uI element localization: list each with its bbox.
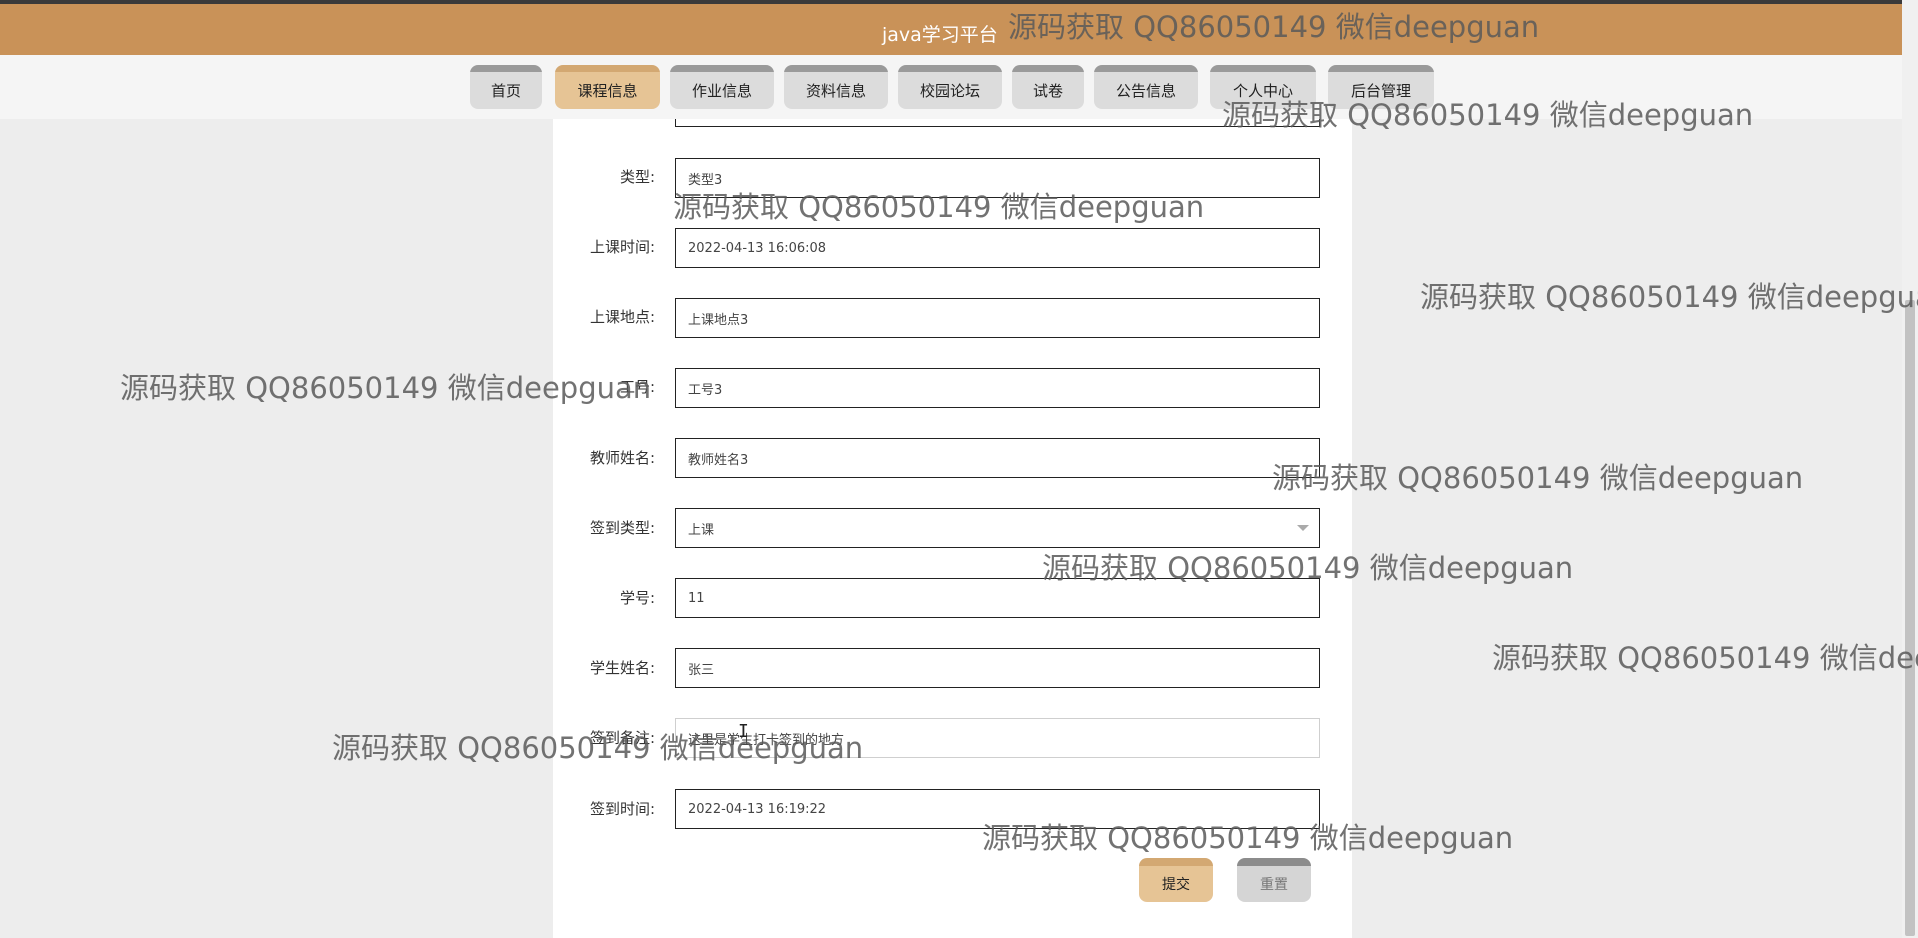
field-label: 学号: <box>619 589 655 607</box>
previous-field-input[interactable] <box>675 119 1320 127</box>
nav-tab-course-info[interactable]: 课程信息 <box>555 65 660 109</box>
field-label: 上课时间: <box>589 238 655 256</box>
chevron-down-icon <box>1297 525 1309 531</box>
nav-tab-homework-info[interactable]: 作业信息 <box>670 65 774 109</box>
field-label: 教师姓名: <box>589 449 655 467</box>
main-nav: 首页 课程信息 作业信息 资料信息 校园论坛 试卷 公告信息 个人中心 后台管理 <box>0 55 1902 119</box>
scrollbar-thumb[interactable] <box>1905 300 1915 936</box>
reset-button[interactable]: 重置 <box>1237 858 1311 902</box>
nav-tab-personal-center[interactable]: 个人中心 <box>1210 65 1316 109</box>
nav-tab-announcements[interactable]: 公告信息 <box>1094 65 1198 109</box>
site-title: java学习平台 <box>882 24 998 46</box>
teacher-name-input[interactable]: 教师姓名3 <box>675 438 1320 478</box>
text-cursor-icon: I <box>738 721 749 742</box>
nav-tab-materials-info[interactable]: 资料信息 <box>784 65 888 109</box>
nav-tab-home[interactable]: 首页 <box>470 65 542 109</box>
nav-tab-campus-forum[interactable]: 校园论坛 <box>898 65 1002 109</box>
field-label: 签到类型: <box>589 519 655 537</box>
nav-tab-admin[interactable]: 后台管理 <box>1328 65 1434 109</box>
class-time-input[interactable]: 2022-04-13 16:06:08 <box>675 228 1320 268</box>
field-label: 学生姓名: <box>589 659 655 677</box>
submit-button[interactable]: 提交 <box>1139 858 1213 902</box>
checkin-note-input[interactable]: 这里是学生打卡签到的地方 <box>675 718 1320 758</box>
field-label: 上课地点: <box>589 308 655 326</box>
staff-id-input[interactable]: 工号3 <box>675 368 1320 408</box>
type-input[interactable]: 类型3 <box>675 158 1320 198</box>
select-value: 上课 <box>688 522 715 538</box>
nav-tab-exam-paper[interactable]: 试卷 <box>1012 65 1084 109</box>
site-header: java学习平台 <box>0 4 1902 55</box>
field-label: 类型: <box>619 168 655 186</box>
class-location-input[interactable]: 上课地点3 <box>675 298 1320 338</box>
student-name-input[interactable]: 张三 <box>675 648 1320 688</box>
watermark-text: 源码获取 QQ86050149 微信deepguan <box>1420 280 1918 314</box>
checkin-type-select[interactable]: 上课 <box>675 508 1320 548</box>
field-label: 签到时间: <box>589 800 655 818</box>
student-id-input[interactable]: 11 <box>675 578 1320 618</box>
checkin-time-input[interactable]: 2022-04-13 16:19:22 <box>675 789 1320 829</box>
watermark-text: 源码获取 QQ86050149 微信deepguan <box>1492 641 1918 675</box>
field-label: 签到备注: <box>589 729 655 747</box>
field-label: 工号: <box>619 378 655 396</box>
